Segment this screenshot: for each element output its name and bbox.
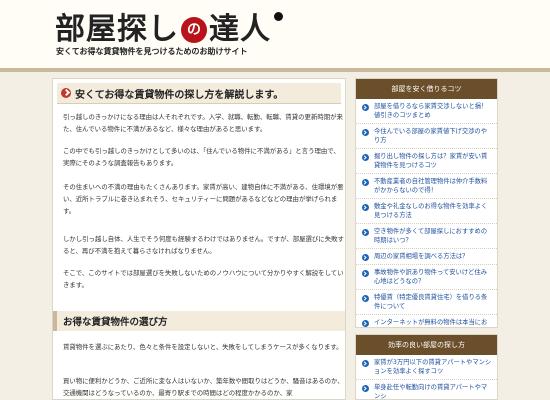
arrow-bullet-icon [362,179,369,186]
arrow-bullet-icon [362,154,369,161]
arrow-circle-icon [61,88,71,98]
arrow-bullet-icon [362,360,369,367]
sidebar-heading: 効率の良い部屋の探し方 [356,335,497,355]
sidebar-link-list: 家賃が3万円以下の賃貸アパートやマンションを効率よく探すコツ 単身赴任や転勤向け… [356,355,497,399]
arrow-bullet-icon [362,385,369,392]
article-paragraph: しかし引っ越し自体、人生でそう何度も経験するわけではありません。ですが、部屋選び… [63,235,344,255]
site-logo[interactable]: 部屋探し の 達人 [55,4,283,48]
article-paragraph: 引っ越しのきっかけになる理由は人それぞれです。入学、就職、転勤、転職、賃貸の更新… [63,113,343,133]
sidebar-link[interactable]: 今住んでいる部屋の家賃値下げ交渉のやり方 [356,124,497,149]
sidebar-link[interactable]: 特優賃（特定優良賃貸住宅）を借りる条件について [356,290,497,315]
site-tagline: 安くてお得な賃貸物件を見つけるためのお助けサイト [56,47,248,56]
sidebar-link[interactable]: 不動産業者の自社管理物件は仲介手数料がかからないので得！ [356,174,497,199]
section-paragraph: 買い物に便利かどうか、ご近所に変な人はいないか、築年数や間取りはどうか、騒音はあ… [63,377,344,397]
article-paragraph: そこで、このサイトでは部屋選びを失敗しないためのノウハウについて分かりやすく解説… [63,269,344,289]
sidebar-link[interactable]: 事故物件や訳あり物件って安いけど住み心地はどうなの？ [356,265,497,290]
arrow-bullet-icon [362,129,369,136]
sidebar-link[interactable]: インターネットが無料の物件は本当にお得な物件なの？ [356,315,497,327]
section-paragraph: 賃貸物件を選ぶにあたり、色々と条件を設定しないと、失敗をしてしまうケースが多くな… [63,343,343,351]
sidebar-link[interactable]: 部屋を借りるなら家賃交渉しないと損！値引きのコツまとめ [356,99,497,124]
sidebar-link[interactable]: 敷金や礼金なしのお得な物件を効率よく見つける方法 [356,199,497,224]
logo-text-part-1: 部屋探し [55,12,179,47]
section-heading-text: お得な賃貸物件の選び方 [63,317,168,328]
arrow-bullet-icon [362,270,369,277]
sidebar-link[interactable]: 家賃が3万円以下の賃貸アパートやマンションを効率よく探すコツ [356,355,497,380]
header-divider [0,68,550,72]
sidebar-link[interactable]: 単身赴任や転勤向けの賃貸アパートやマンシ [356,380,497,399]
sidebar-heading: 部屋を安く借りるコツ [356,79,497,99]
sidebar-block-tips: 部屋を安く借りるコツ 部屋を借りるなら家賃交渉しないと損！値引きのコツまとめ 今… [355,78,498,328]
article-paragraph: この中でも引っ越しのきっかけとして多いのは、「住んでいる物件に不満がある」と言う… [63,147,340,167]
article-paragraph: その住まいへの不満の理由もたくさんあります。家賃が高い、建物自体に不満がある、住… [63,183,344,215]
article-title-bar: 安くてお得な賃貸物件の探し方を解説します。 [57,83,341,104]
sidebar-link[interactable]: 空き物件が多くて部屋探しにおすすめの時期はいつ？ [356,224,497,249]
arrow-bullet-icon [362,320,369,327]
arrow-bullet-icon [362,229,369,236]
sidebar-link[interactable]: 周辺の家賃相場を調べる方法は？ [356,249,497,265]
main-content: 安くてお得な賃貸物件の探し方を解説します。 引っ越しのきっかけになる理由は人それ… [52,78,346,400]
section-heading: お得な賃貸物件の選び方 [53,311,345,331]
logo-text-part-2: 達人 [209,12,271,47]
sidebar-link-list: 部屋を借りるなら家賃交渉しないと損！値引きのコツまとめ 今住んでいる部屋の家賃値… [356,99,497,327]
arrow-bullet-icon [362,104,369,111]
logo-mark: の [181,17,207,43]
sidebar-block-search: 効率の良い部屋の探し方 家賃が3万円以下の賃貸アパートやマンションを効率よく探す… [355,334,498,400]
sidebar-link[interactable]: 掘り出し物件の探し方は？家賃が安い賃貸物件を見つけるコツ [356,149,497,174]
arrow-bullet-icon [362,204,369,211]
article-title: 安くてお得な賃貸物件の探し方を解説します。 [75,89,284,101]
logo-dot-icon [274,11,283,21]
arrow-bullet-icon [362,254,369,261]
arrow-bullet-icon [362,295,369,302]
site-header: 部屋探し の 達人 安くてお得な賃貸物件を見つけるためのお助けサイト [0,0,550,68]
